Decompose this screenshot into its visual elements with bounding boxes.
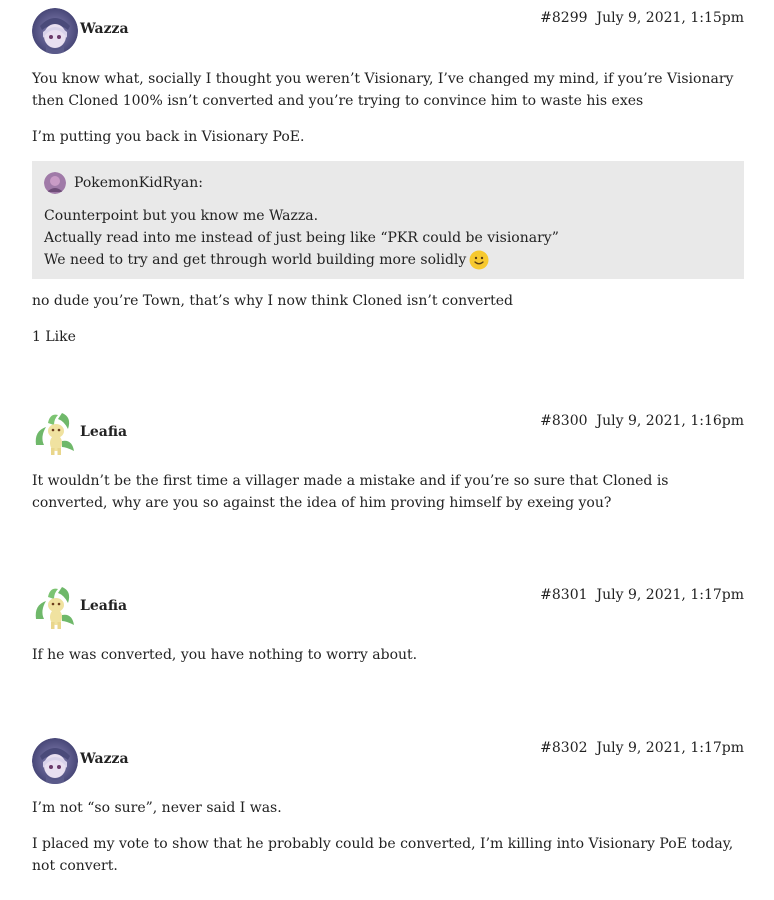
post-username[interactable]: Leafia xyxy=(80,598,127,614)
quote-line: Counterpoint but you know me Wazza. xyxy=(44,208,319,224)
slightly-smiling-face-icon xyxy=(469,250,489,270)
quote-line-text: We need to try and get through world bui… xyxy=(44,252,467,268)
leafia-avatar[interactable] xyxy=(32,411,78,457)
quote-body: Counterpoint but you know me Wazza. Actu… xyxy=(44,205,732,271)
quote-author: PokemonKidRyan: xyxy=(74,175,203,191)
wazza-avatar[interactable] xyxy=(32,738,78,784)
post-username[interactable]: Wazza xyxy=(80,21,129,37)
likes-count[interactable]: 1 Like xyxy=(32,326,744,348)
post-date[interactable]: July 9, 2021, 1:16pm xyxy=(597,413,744,429)
leafia-avatar[interactable] xyxy=(32,585,78,631)
quote-header: PokemonKidRyan: xyxy=(44,171,732,195)
post-date[interactable]: July 9, 2021, 1:17pm xyxy=(597,740,744,756)
post-header: Wazza #8299 July 9, 2021, 1:15pm xyxy=(32,8,744,56)
post-paragraph: I’m not “so sure”, never said I was. xyxy=(32,800,282,816)
post-paragraph: no dude you’re Town, that’s why I now th… xyxy=(32,293,513,309)
post-meta: #8302 July 9, 2021, 1:17pm xyxy=(540,740,744,756)
post-meta: #8301 July 9, 2021, 1:17pm xyxy=(540,587,744,603)
post-8299: Wazza #8299 July 9, 2021, 1:15pm You know… xyxy=(32,8,744,348)
post-paragraph: I’m putting you back in Visionary PoE. xyxy=(32,129,305,145)
wazza-avatar[interactable] xyxy=(32,8,78,54)
post-username[interactable]: Leafia xyxy=(80,424,127,440)
quote-line: Actually read into me instead of just be… xyxy=(44,230,559,246)
post-body: If he was converted, you have nothing to… xyxy=(32,644,744,666)
post-date[interactable]: July 9, 2021, 1:15pm xyxy=(597,10,744,26)
post-header: Leafia #8300 July 9, 2021, 1:16pm xyxy=(32,411,744,459)
post-body: I’m not “so sure”, never said I was. I p… xyxy=(32,797,744,877)
post-number[interactable]: #8300 xyxy=(540,413,587,429)
post-8300: Leafia #8300 July 9, 2021, 1:16pm It woul… xyxy=(32,411,744,514)
post-paragraph: I placed my vote to show that he probabl… xyxy=(32,836,734,874)
quote-line-last: We need to try and get through world bui… xyxy=(44,249,732,271)
post-number[interactable]: #8301 xyxy=(540,587,587,603)
post-date[interactable]: July 9, 2021, 1:17pm xyxy=(597,587,744,603)
post-header: Wazza #8302 July 9, 2021, 1:17pm xyxy=(32,738,744,786)
post-8301: Leafia #8301 July 9, 2021, 1:17pm If he w… xyxy=(32,585,744,666)
post-paragraph: If he was converted, you have nothing to… xyxy=(32,647,418,663)
post-meta: #8300 July 9, 2021, 1:16pm xyxy=(540,413,744,429)
quote-block: PokemonKidRyan: Counterpoint but you kno… xyxy=(32,161,744,279)
quote-author-avatar[interactable] xyxy=(44,172,66,194)
post-body: It wouldn’t be the first time a villager… xyxy=(32,470,744,514)
post-8302: Wazza #8302 July 9, 2021, 1:17pm I’m not … xyxy=(32,738,744,877)
post-username[interactable]: Wazza xyxy=(80,751,129,767)
post-number[interactable]: #8299 xyxy=(540,10,587,26)
post-paragraph: It wouldn’t be the first time a villager… xyxy=(32,473,669,511)
post-number[interactable]: #8302 xyxy=(540,740,587,756)
post-meta: #8299 July 9, 2021, 1:15pm xyxy=(540,10,744,26)
post-header: Leafia #8301 July 9, 2021, 1:17pm xyxy=(32,585,744,633)
post-body: You know what, socially I thought you we… xyxy=(32,68,744,348)
post-paragraph: You know what, socially I thought you we… xyxy=(32,71,734,109)
